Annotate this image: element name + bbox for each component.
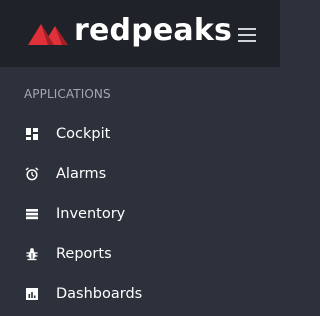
sidebar-item-label: Alarms xyxy=(56,166,107,182)
mountain-logo-icon xyxy=(28,24,68,45)
sidebar-item-inventory[interactable]: Inventory xyxy=(0,194,280,234)
sidebar-section-title: APPLICATIONS xyxy=(24,87,111,101)
sidebar-item-cockpit[interactable]: Cockpit xyxy=(0,114,280,154)
top-bar: redpeaks xyxy=(0,0,280,67)
sidebar-item-label: Cockpit xyxy=(56,126,111,142)
hamburger-menu-icon[interactable] xyxy=(236,27,258,43)
bar-chart-icon xyxy=(26,288,38,300)
sidebar-item-alarms[interactable]: Alarms xyxy=(0,154,280,194)
sidebar-item-dashboards[interactable]: Dashboards xyxy=(0,274,280,314)
app-shell: redpeaks APPLICATIONS Cockpit Alarms Inv… xyxy=(0,0,280,316)
menu-bar-line xyxy=(238,40,256,42)
bug-icon xyxy=(26,248,38,261)
sidebar-nav: Cockpit Alarms Inventory Reports Dashboa… xyxy=(0,114,280,314)
sidebar-item-label: Reports xyxy=(56,246,112,262)
list-icon xyxy=(26,209,38,220)
brand-name: redpeaks xyxy=(74,13,233,48)
dashboard-grid-icon xyxy=(26,128,38,140)
sidebar-item-reports[interactable]: Reports xyxy=(0,234,280,274)
menu-bar-line xyxy=(238,34,256,36)
menu-bar-line xyxy=(238,28,256,30)
alarm-clock-icon xyxy=(25,167,39,181)
brand-logo[interactable]: redpeaks xyxy=(28,13,232,53)
sidebar-item-label: Dashboards xyxy=(56,286,143,302)
sidebar-item-label: Inventory xyxy=(56,206,126,222)
